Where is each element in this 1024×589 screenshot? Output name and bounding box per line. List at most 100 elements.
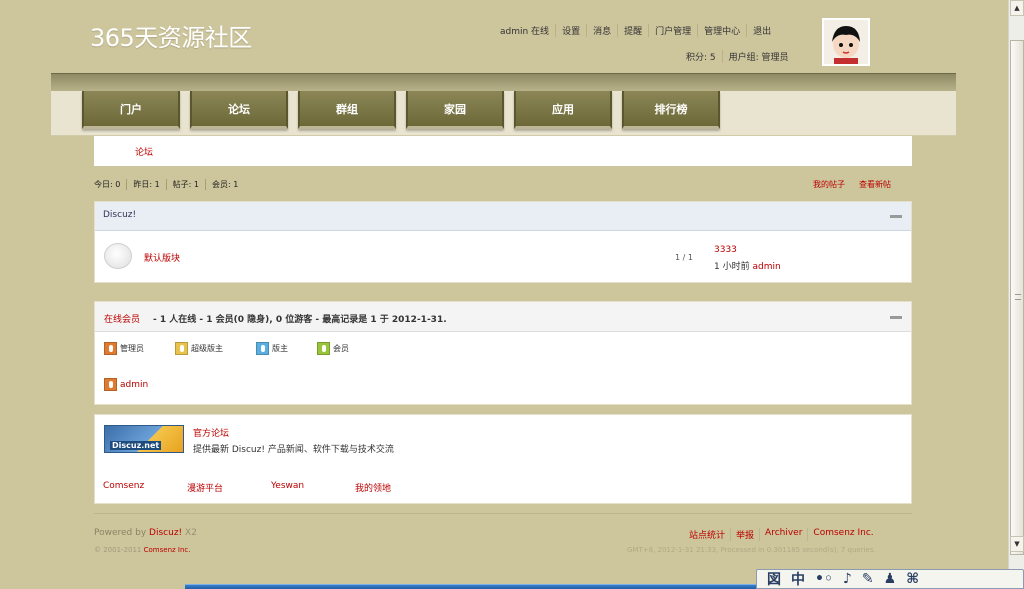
partner-link-manyou[interactable]: 漫游平台 [187,481,271,494]
legend-admin: 管理员 [104,342,144,355]
stat-yesterday: 昨日: 1 [133,179,167,190]
forum-category: Discuz! 默认版块 1 / 1 3333 1 小时前 admin [94,201,912,283]
official-forum-desc: 提供最新 Discuz! 产品新闻、软件下载与技术交流 [193,445,394,455]
my-posts-link[interactable]: 我的帖子 [813,179,845,190]
discuz-link[interactable]: Discuz! [149,528,182,538]
forum-stats: 今日: 0 昨日: 1 帖子: 1 会员: 1 [94,179,250,190]
last-post-time: 1 小时前 [714,262,750,272]
discuz-logo[interactable]: Discuz.net [104,425,184,453]
legend-label: 超级版主 [191,344,223,353]
new-posts-link[interactable]: 查看新帖 [859,179,891,190]
last-post-link[interactable]: 3333 [714,245,737,255]
online-summary: - 1 人在线 - 1 会员(0 隐身), 0 位游客 - 最高记录是 1 于 … [153,315,447,325]
main-nav: 门户 论坛 群组 家园 应用 排行榜 [51,91,956,136]
page: 365天资源社区 admin 在线 设置 消息 提醒 门户管理 管理中心 退出 … [0,0,1008,589]
logout-link[interactable]: 退出 [746,24,777,37]
forum-name-link[interactable]: 默认版块 [144,251,180,264]
user-icon [104,342,117,355]
credits-link[interactable]: 积分: 5 [680,50,722,63]
online-status-link[interactable]: admin 在线 [500,24,555,37]
discuz-logo-text: Discuz.net [110,441,162,450]
online-header: 在线会员 - 1 人在线 - 1 会员(0 隐身), 0 位游客 - 最高记录是… [95,302,911,332]
breadcrumb-forum-link[interactable]: 论坛 [135,145,153,158]
scroll-thumb[interactable] [1010,40,1024,555]
forum-thread-count: 1 / 1 [675,253,693,262]
online-user-name[interactable]: admin [120,380,148,390]
legend-member: 会员 [317,342,349,355]
legend-super-mod: 超级版主 [175,342,223,355]
nav-tab-forum[interactable]: 论坛 [190,91,288,129]
stat-today: 今日: 0 [94,179,128,190]
ime-toolbar: 図 中 •◦ ♪ ✎ ♟ ⌘ [756,569,1024,589]
collapse-icon[interactable] [890,215,902,218]
category-header: Discuz! [95,202,911,231]
friend-links: Discuz.net 官方论坛 提供最新 Discuz! 产品新闻、软件下载与技… [94,414,912,504]
ime-sound-icon[interactable]: ♪ [843,571,852,587]
category-title[interactable]: Discuz! [103,210,136,220]
settings-link[interactable]: 设置 [555,24,586,37]
messages-link[interactable]: 消息 [586,24,617,37]
nav-band [51,73,956,91]
nav-tab-home[interactable]: 家园 [406,91,504,129]
legend-label: 版主 [272,344,288,353]
powered-by: Powered by Discuz! X2 [94,528,197,538]
site-stats-link[interactable]: 站点统计 [689,528,730,541]
nav-tab-groups[interactable]: 群组 [298,91,396,129]
online-user-admin[interactable]: admin [104,378,148,391]
user-icon [104,378,117,391]
user-icon [317,342,330,355]
scroll-down-icon[interactable]: ▼ [1010,536,1024,552]
nav-tab-ranking[interactable]: 排行榜 [622,91,720,129]
report-link[interactable]: 举报 [730,528,759,541]
legend-mod: 版主 [256,342,288,355]
partner-link-yeswan[interactable]: Yeswan [271,481,355,494]
notices-link[interactable]: 提醒 [617,24,648,37]
version-label: X2 [185,528,197,538]
collapse-icon[interactable] [890,316,902,319]
ime-user-icon[interactable]: ♟ [884,571,897,587]
ime-mode-icon[interactable]: 図 [767,569,781,589]
stat-members: 会员: 1 [211,180,239,189]
partner-link-comsenz[interactable]: Comsenz [103,481,187,494]
vertical-scrollbar[interactable]: ▲ ▼ [1008,0,1024,589]
legend-label: 会员 [333,344,349,353]
processed-info: GMT+8, 2012-1-31 21:33, Processed in 0.3… [627,546,876,554]
copyright: © 2001-2011 Comsenz Inc. [94,546,190,554]
ime-handwrite-icon[interactable]: ✎ [862,571,874,587]
comsenz-footer-link[interactable]: Comsenz Inc. [807,528,878,541]
forum-bubble-icon [104,243,132,269]
user-icon [175,342,188,355]
user-group-link[interactable]: 用户组: 管理员 [721,50,795,63]
site-logo[interactable]: 365天资源社区 [90,18,252,53]
user-icon [256,342,269,355]
portal-admin-link[interactable]: 门户管理 [648,24,697,37]
archiver-link[interactable]: Archiver [759,528,807,541]
taskbar-strip [185,584,765,589]
nav-tab-portal[interactable]: 门户 [82,91,180,129]
top-user-nav: admin 在线 设置 消息 提醒 门户管理 管理中心 退出 [500,24,777,37]
last-post-user-link[interactable]: admin [752,262,780,272]
ime-settings-icon[interactable]: ⌘ [906,571,919,587]
comsenz-link[interactable]: Comsenz Inc. [144,546,191,554]
footer-divider [94,513,912,514]
legend-label: 管理员 [120,344,144,353]
scroll-grip-icon [1015,294,1021,300]
nav-tab-apps[interactable]: 应用 [514,91,612,129]
footer-links: 站点统计 举报 Archiver Comsenz Inc. [689,528,879,541]
stat-posts: 帖子: 1 [173,179,206,190]
online-members: 在线会员 - 1 人在线 - 1 会员(0 隐身), 0 位游客 - 最高记录是… [94,301,912,405]
copyright-years: © 2001-2011 [94,546,142,554]
avatar-icon [824,20,868,64]
breadcrumb: 论坛 [94,136,912,166]
last-post-meta: 1 小时前 admin [714,259,781,272]
admin-center-link[interactable]: 管理中心 [697,24,746,37]
online-members-link[interactable]: 在线会员 [104,312,140,325]
partner-links: Comsenz 漫游平台 Yeswan 我的领地 [103,481,439,494]
scroll-up-icon[interactable]: ▲ [1010,0,1024,16]
official-forum-link[interactable]: 官方论坛 [193,426,229,439]
ime-punct-icon[interactable]: •◦ [815,571,833,587]
user-info: 积分: 5 用户组: 管理员 [680,50,795,63]
ime-chinese-icon[interactable]: 中 [791,569,805,589]
partner-link-domain[interactable]: 我的领地 [355,481,439,494]
avatar[interactable] [822,18,870,66]
